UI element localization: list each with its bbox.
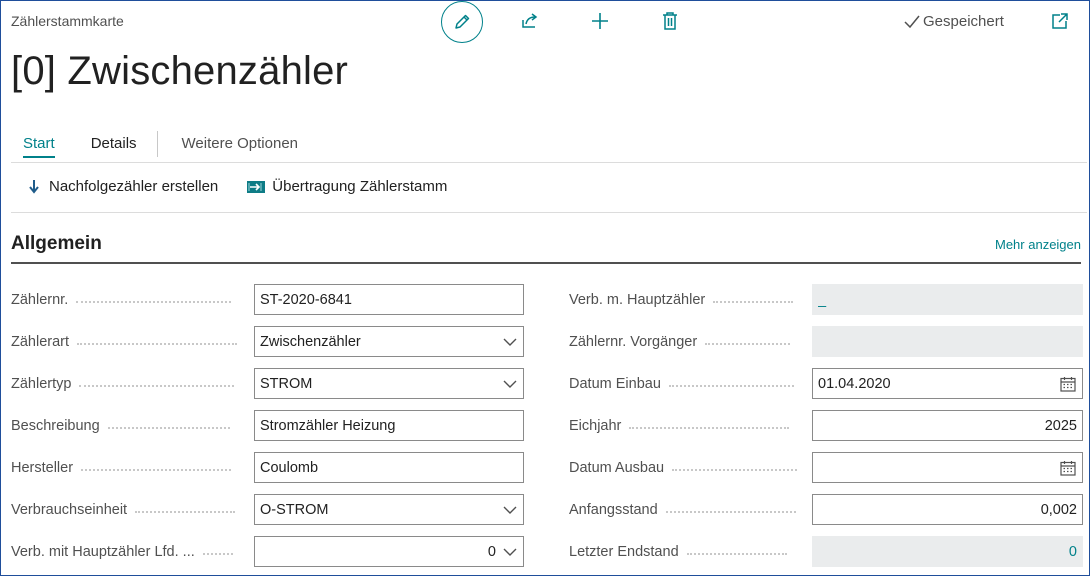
initial-reading-field[interactable]: 0,002 [812,494,1083,525]
field-row-initial-reading: Anfangsstand [569,494,796,526]
open-new-window-icon [1052,13,1068,29]
consumption-unit-value: O-STROM [260,501,329,518]
meter-kind-value: Zwischenzähler [260,333,361,350]
manufacturer-label: Hersteller [11,460,232,476]
field-row-manufacturer: Hersteller [11,452,232,484]
chevron-down-icon [502,544,518,560]
description-value: Stromzähler Heizung [260,417,396,434]
save-status: Gespeichert [904,13,1004,30]
predecessor-field[interactable] [812,326,1083,357]
tab-start[interactable]: Start [11,133,67,158]
arrow-down-icon [29,179,39,194]
tab-more-options[interactable]: Weitere Optionen [170,133,310,156]
chevron-down-icon [502,334,518,350]
transfer-meter-master-button[interactable]: Übertragung Zählerstamm [246,178,447,195]
transfer-icon [247,180,266,193]
action-tabs: Start Details Weitere Optionen [11,131,334,158]
create-successor-label: Nachfolgezähler erstellen [49,178,219,195]
last-reading-label: Letzter Endstand [569,544,787,560]
install-date-value: 01.04.2020 [818,375,891,392]
main-meter-seq-value: 0 [487,543,496,560]
linked-main-meter-label: Verb. m. Hauptzähler [569,292,794,308]
consumption-unit-label: Verbrauchseinheit [11,502,236,518]
chevron-down-icon [502,502,518,518]
edit-icon [455,14,470,29]
field-row-calibration-year: Eichjahr [569,410,790,442]
window-frame: Zählerstammkarte Gespeichert [0] Zwische… [0,0,1090,576]
field-row-main-meter-seq: Verb. mit Hauptzähler Lfd. ... [11,536,233,568]
delete-button[interactable] [657,8,683,34]
open-new-window-button[interactable] [1047,8,1073,34]
manufacturer-value: Coulomb [260,459,319,476]
calibration-year-field[interactable]: 2025 [812,410,1083,441]
field-row-linked-main-meter: Verb. m. Hauptzähler [569,284,794,316]
share-button[interactable] [517,8,543,34]
delete-icon [663,12,677,30]
meter-no-value: ST-2020-6841 [260,291,352,308]
create-successor-button[interactable]: Nachfolgezähler erstellen [29,178,218,195]
meter-kind-select[interactable]: Zwischenzähler [254,326,524,357]
meter-type-value: STROM [260,375,313,392]
field-row-last-reading: Letzter Endstand [569,536,787,568]
field-row-description: Beschreibung [11,410,230,442]
tab-separator [156,131,158,157]
page-type-label: Zählerstammkarte [11,13,124,29]
calibration-year-value: 2025 [1044,417,1077,434]
new-icon [592,13,608,29]
save-status-label: Gespeichert [923,13,1004,30]
tab-details[interactable]: Details [91,133,149,156]
consumption-unit-select[interactable]: O-STROM [254,494,524,525]
edit-button[interactable] [441,1,483,43]
calendar-icon[interactable] [1059,375,1077,393]
linked-main-meter-field[interactable]: _ [812,284,1083,315]
last-reading-value: 0 [1068,543,1077,560]
removal-date-label: Datum Ausbau [569,460,798,476]
manufacturer-field[interactable]: Coulomb [254,452,524,483]
install-date-field[interactable]: 01.04.2020 [812,368,1083,399]
meter-kind-label: Zählerart [11,334,238,350]
section-title-general[interactable]: Allgemein [11,233,102,255]
field-row-install-date: Datum Einbau [569,368,794,400]
removal-date-field[interactable] [812,452,1083,483]
main-meter-seq-label: Verb. mit Hauptzähler Lfd. ... [11,544,233,560]
field-row-consumption-unit: Verbrauchseinheit [11,494,236,526]
main-meter-seq-select[interactable]: 0 [254,536,524,567]
last-reading-field[interactable]: 0 [812,536,1083,567]
section-divider [11,262,1081,264]
install-date-label: Datum Einbau [569,376,794,392]
meter-no-label: Zählernr. [11,292,232,308]
meter-type-select[interactable]: STROM [254,368,524,399]
meter-no-field[interactable]: ST-2020-6841 [254,284,524,315]
tabs-divider [11,162,1087,163]
share-icon [522,13,538,28]
field-row-predecessor: Zählernr. Vorgänger [569,326,791,358]
calibration-year-label: Eichjahr [569,418,790,434]
checkmark-icon [904,15,920,28]
predecessor-label: Zählernr. Vorgänger [569,334,791,350]
transfer-meter-master-label: Übertragung Zählerstamm [272,178,448,195]
initial-reading-value: 0,002 [1040,501,1077,518]
description-label: Beschreibung [11,418,230,434]
linked-main-meter-value: _ [818,291,827,308]
chevron-down-icon [502,376,518,392]
action-bar: Nachfolgezähler erstellen Übertragung Zä… [29,178,447,195]
field-row-meter-type: Zählertyp [11,368,235,400]
field-row-meter-kind: Zählerart [11,326,238,358]
show-more-link[interactable]: Mehr anzeigen [995,237,1081,252]
initial-reading-label: Anfangsstand [569,502,796,518]
new-button[interactable] [587,8,613,34]
meter-type-label: Zählertyp [11,376,235,392]
field-row-meter-no: Zählernr. [11,284,232,316]
calendar-icon[interactable] [1059,459,1077,477]
page-title: [0] Zwischenzähler [11,49,349,93]
field-row-removal-date: Datum Ausbau [569,452,798,484]
description-field[interactable]: Stromzähler Heizung [254,410,524,441]
actions-divider [11,212,1087,213]
